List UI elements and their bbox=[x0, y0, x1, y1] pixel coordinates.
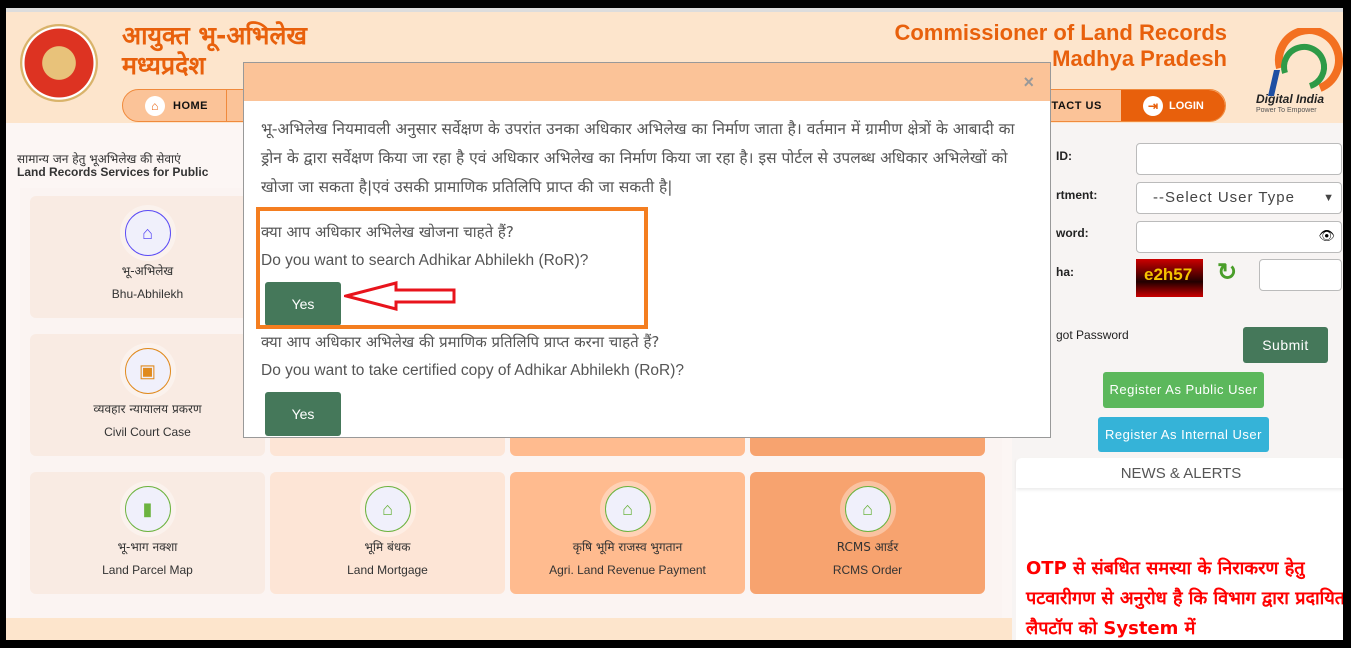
user-type-select[interactable]: --Select User Type ▼ bbox=[1136, 182, 1342, 214]
tile-label-hi: भूमि बंधक bbox=[364, 540, 411, 554]
house-heart-icon: ⌂ bbox=[844, 486, 891, 532]
department-label: rtment: bbox=[1056, 188, 1098, 202]
copy-question-hindi: क्या आप अधिकार अभिलेख की प्रमाणिक प्रतिल… bbox=[261, 333, 660, 351]
user-id-input[interactable] bbox=[1136, 143, 1342, 175]
nav-contact-us[interactable]: NTACT US bbox=[1043, 90, 1102, 121]
login-button[interactable]: ⇥ LOGIN bbox=[1121, 90, 1225, 121]
digital-india-text: Digital India bbox=[1256, 92, 1325, 106]
title-hindi-state: मध्यप्रदेश bbox=[122, 51, 206, 80]
tile-rcms-order[interactable]: ⌂ RCMS आर्डर RCMS Order bbox=[750, 472, 985, 594]
password-input[interactable]: 👁 bbox=[1136, 221, 1342, 253]
login-icon: ⇥ bbox=[1143, 96, 1163, 117]
tile-label-hi: व्यवहार न्यायालय प्रकरण bbox=[93, 402, 202, 416]
submit-button[interactable]: Submit bbox=[1243, 327, 1328, 363]
news-item[interactable]: OTP से संबधित समस्या के निराकरण हेतु पटव… bbox=[1026, 554, 1343, 640]
title-english: Commissioner of Land Records bbox=[894, 20, 1227, 45]
title-english-state: Madhya Pradesh bbox=[1052, 46, 1227, 71]
nav-home-label: HOME bbox=[173, 100, 208, 112]
title-hindi: आयुक्त भू-अभिलेख bbox=[122, 21, 307, 50]
court-icon: ▣ bbox=[124, 348, 171, 394]
tile-land-mortgage[interactable]: ⌂ भूमि बंधक Land Mortgage bbox=[270, 472, 505, 594]
certified-copy-yes-button[interactable]: Yes bbox=[265, 392, 341, 436]
register-internal-button[interactable]: Register As Internal User bbox=[1098, 417, 1269, 452]
dialog-header: × bbox=[244, 63, 1050, 101]
tile-land-parcel-map[interactable]: ▮ भू-भाग नक्शा Land Parcel Map bbox=[30, 472, 265, 594]
tile-label-en: Agri. Land Revenue Payment bbox=[549, 563, 706, 577]
red-arrow-annotation bbox=[344, 281, 456, 311]
tile-label-en: Civil Court Case bbox=[104, 425, 191, 439]
eye-icon[interactable]: 👁 bbox=[1318, 228, 1335, 244]
login-label: LOGIN bbox=[1169, 100, 1204, 112]
tile-label-en: Land Mortgage bbox=[347, 563, 428, 577]
dialog-intro: भू-अभिलेख नियमावली अनुसार सर्वेक्षण के उ… bbox=[261, 120, 1015, 196]
user-id-label: ID: bbox=[1056, 149, 1072, 163]
tile-label-hi: भू-भाग नक्शा bbox=[117, 540, 178, 554]
forgot-password-link[interactable]: got Password bbox=[1056, 328, 1129, 342]
nav-home[interactable]: ⌂ HOME bbox=[145, 90, 227, 121]
tile-bhu-abhilekh[interactable]: ⌂ भू-अभिलेख Bhu-Abhilekh bbox=[30, 196, 265, 318]
tile-label-en: Land Parcel Map bbox=[102, 563, 193, 577]
house-heart-icon: ⌂ bbox=[604, 486, 651, 532]
captcha-input[interactable] bbox=[1259, 259, 1342, 291]
login-panel: ID: rtment: --Select User Type ▼ word: 👁 … bbox=[1012, 123, 1343, 640]
register-public-button[interactable]: Register As Public User bbox=[1103, 372, 1264, 408]
chevron-down-icon: ▼ bbox=[1323, 192, 1335, 204]
tile-label-hi: कृषि भूमि राजस्व भुगतान bbox=[572, 540, 683, 554]
home-icon: ⌂ bbox=[145, 96, 165, 117]
mp-government-seal-logo bbox=[20, 24, 98, 102]
services-heading-english: Land Records Services for Public bbox=[17, 165, 209, 179]
tile-label-hi: भू-अभिलेख bbox=[121, 264, 174, 278]
house-heart-icon: ⌂ bbox=[364, 486, 411, 532]
copy-question-english: Do you want to take certified copy of Ad… bbox=[261, 362, 685, 379]
refresh-captcha-icon[interactable]: ↻ bbox=[1217, 258, 1237, 287]
tile-label-en: Bhu-Abhilekh bbox=[111, 287, 184, 301]
book-icon: ▮ bbox=[124, 486, 171, 532]
footer-strip bbox=[6, 618, 1016, 640]
ror-dialog: × भू-अभिलेख नियमावली अनुसार सर्वेक्षण के… bbox=[243, 62, 1051, 438]
tile-label-hi: RCMS आर्डर bbox=[836, 540, 899, 554]
tile-agri-land-revenue-payment[interactable]: ⌂ कृषि भूमि राजस्व भुगतान Agri. Land Rev… bbox=[510, 472, 745, 594]
tile-civil-court-case[interactable]: ▣ व्यवहार न्यायालय प्रकरण Civil Court Ca… bbox=[30, 334, 265, 456]
captcha-label: ha: bbox=[1056, 265, 1074, 279]
digital-india-tagline: Power To Empower bbox=[1256, 107, 1317, 114]
news-heading: NEWS & ALERTS bbox=[1016, 458, 1343, 488]
user-type-value: --Select User Type bbox=[1153, 189, 1295, 206]
tile-label-en: RCMS Order bbox=[832, 563, 903, 577]
house-heart-icon: ⌂ bbox=[124, 210, 171, 256]
news-alerts-panel: NEWS & ALERTS OTP से संबधित समस्या के नि… bbox=[1016, 458, 1343, 640]
captcha-image: e2h57 bbox=[1136, 259, 1203, 297]
password-label: word: bbox=[1056, 226, 1089, 240]
close-icon[interactable]: × bbox=[1023, 72, 1034, 93]
